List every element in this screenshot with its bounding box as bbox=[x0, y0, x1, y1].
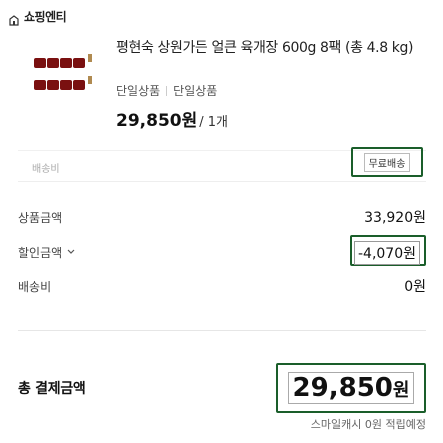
option-label-1: 단일상품 bbox=[116, 84, 161, 98]
product-amount-value: 33,920원 bbox=[364, 210, 426, 226]
chevron-down-icon[interactable] bbox=[66, 246, 76, 260]
discount-label-wrap[interactable]: 할인금액 bbox=[18, 244, 76, 261]
product-thumbnail[interactable] bbox=[12, 44, 96, 100]
product-amount-label: 상품금액 bbox=[18, 211, 63, 225]
shipping-label: 배송비 bbox=[32, 164, 60, 175]
total-amount: 29,850 원 bbox=[287, 372, 415, 404]
discount-highlight: -4,070원 bbox=[350, 235, 426, 266]
product-title[interactable]: 평현숙 상원가든 얼큰 육개장 600g 8팩 (총 4.8 kg) bbox=[116, 38, 436, 58]
free-shipping-badge: 무료배송 bbox=[351, 147, 423, 177]
option-divider bbox=[166, 85, 168, 96]
total-value: 29,850 bbox=[292, 373, 393, 403]
total-label: 총 결제금액 bbox=[18, 381, 86, 397]
price-line: 29,850원 / 1개 bbox=[116, 106, 228, 131]
product-amount-row: 상품금액 33,920원 bbox=[18, 205, 426, 229]
discount-value: -4,070원 bbox=[353, 241, 420, 265]
store-name[interactable]: 쇼핑엔티 bbox=[24, 8, 67, 25]
store-icon bbox=[8, 11, 20, 26]
shipping-fee-value: 0원 bbox=[404, 279, 426, 295]
mileage-note: 스마일캐시 0원 적립예정 bbox=[310, 418, 426, 431]
product-price: 29,850원 bbox=[116, 111, 198, 131]
store-header[interactable]: 쇼핑엔티 bbox=[8, 8, 67, 26]
discount-label[interactable]: 할인금액 bbox=[18, 244, 62, 261]
product-quantity: / 1개 bbox=[199, 115, 228, 130]
option-label-2: 단일상품 bbox=[173, 84, 218, 98]
shipping-fee-row: 배송비 0원 bbox=[18, 274, 426, 298]
free-shipping-text: 무료배송 bbox=[363, 152, 411, 172]
product-options: 단일상품 단일상품 bbox=[116, 82, 217, 99]
total-unit: 원 bbox=[392, 380, 410, 401]
shipping-fee-label: 배송비 bbox=[18, 280, 52, 294]
section-divider bbox=[18, 330, 426, 331]
product-item: 평현숙 상원가든 얼큰 육개장 600g 8팩 (총 4.8 kg) 단일상품 … bbox=[10, 38, 440, 148]
total-amount-highlight: 29,850 원 bbox=[276, 363, 426, 413]
